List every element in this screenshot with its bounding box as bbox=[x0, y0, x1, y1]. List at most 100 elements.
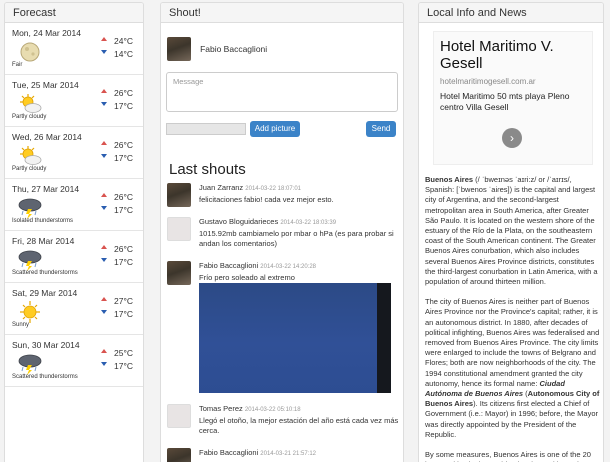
temp-high: 25°C bbox=[114, 348, 133, 358]
shout-meta: Gustavo Bloguidarieces 2014-03-22 18:03:… bbox=[199, 217, 336, 226]
last-shouts-title: Last shouts bbox=[169, 161, 246, 178]
shout-author[interactable]: Fabio Baccaglioni bbox=[199, 261, 258, 270]
shout-time: 2014-03-22 14:20:28 bbox=[260, 264, 317, 270]
forecast-day: Sat, 29 Mar 2014 Sunny 27°C 17°C bbox=[5, 283, 143, 335]
shout-time: 2014-03-22 05:10:18 bbox=[244, 407, 301, 413]
shout-photo[interactable] bbox=[199, 283, 391, 393]
chevron-right-icon[interactable]: › bbox=[502, 128, 522, 148]
shout-author[interactable]: Tomas Perez bbox=[199, 404, 243, 413]
forecast-day: Wed, 26 Mar 2014 Partly cloudy 26°C 17°C bbox=[5, 127, 143, 179]
ad-url[interactable]: hotelmaritimogesell.com.ar bbox=[440, 77, 586, 86]
message-input[interactable]: Message bbox=[166, 72, 398, 112]
wiki-text-span: By some measures, Buenos Aires is one of… bbox=[425, 450, 591, 462]
arrow-down-icon bbox=[101, 362, 107, 366]
temp-high: 26°C bbox=[114, 140, 133, 150]
temp-high: 26°C bbox=[114, 192, 133, 202]
wiki-text: Buenos Aires (/ ˈbweɪnəs ˈaɪri:z/ or /ˈa… bbox=[425, 175, 601, 462]
shout-meta: Fabio Baccaglioni 2014-03-22 14:20:28 bbox=[199, 261, 316, 270]
day-condition: Fair bbox=[12, 62, 23, 68]
wiki-text-span: (/ ˈbweɪnəs ˈaɪri:z/ or /ˈaɪrɪs/, Spanis… bbox=[425, 175, 598, 287]
arrow-down-icon bbox=[101, 154, 107, 158]
photo-edge bbox=[377, 283, 391, 393]
forecast-panel: Forecast Mon, 24 Mar 2014 Fair 24°C 14°C Tue… bbox=[4, 2, 144, 462]
arrow-down-icon bbox=[101, 258, 107, 262]
ad-banner[interactable]: Hotel Maritimo V. Gesell hotelmaritimoge… bbox=[433, 31, 593, 165]
forecast-day: Mon, 24 Mar 2014 Fair 24°C 14°C bbox=[5, 23, 143, 75]
forecast-day: Sun, 30 Mar 2014 Scattered thunderstorms 2… bbox=[5, 335, 143, 387]
shout-time: 2014-03-21 21:57:12 bbox=[260, 451, 317, 457]
shout-text: felicitaciones fabio! cada vez mejor est… bbox=[199, 195, 334, 204]
shout-time: 2014-03-22 18:07:01 bbox=[245, 186, 301, 192]
send-button[interactable]: Send bbox=[366, 121, 396, 137]
arrow-up-icon bbox=[101, 193, 107, 197]
arrow-up-icon bbox=[101, 297, 107, 301]
add-picture-button[interactable]: Add picture bbox=[250, 121, 300, 137]
arrow-down-icon bbox=[101, 50, 107, 54]
thunderstorm-icon bbox=[17, 249, 43, 271]
thunderstorm-icon bbox=[17, 353, 43, 375]
temp-high: 27°C bbox=[114, 296, 133, 306]
shout-meta: Tomas Perez 2014-03-22 05:10:18 bbox=[199, 404, 301, 413]
day-condition: Isolated thunderstorms bbox=[12, 218, 74, 224]
avatar[interactable] bbox=[167, 448, 191, 462]
day-condition: Partly cloudy bbox=[12, 166, 47, 172]
arrow-down-icon bbox=[101, 206, 107, 210]
file-input[interactable] bbox=[166, 123, 246, 135]
avatar bbox=[167, 37, 191, 61]
partly-cloudy-icon bbox=[17, 145, 43, 167]
shout-time: 2014-03-22 18:03:39 bbox=[280, 220, 337, 226]
shout-text: Llegó el otoño, la mejor estación del añ… bbox=[199, 416, 399, 435]
shout-title: Shout! bbox=[161, 3, 403, 23]
thunderstorm-icon bbox=[17, 197, 43, 219]
day-condition: Partly cloudy bbox=[12, 114, 47, 120]
arrow-up-icon bbox=[101, 89, 107, 93]
wiki-paragraph: Buenos Aires (/ ˈbweɪnəs ˈaɪri:z/ or /ˈa… bbox=[425, 175, 601, 287]
arrow-up-icon bbox=[101, 37, 107, 41]
forecast-day: Thu, 27 Mar 2014 Isolated thunderstorms 26… bbox=[5, 179, 143, 231]
temp-low: 17°C bbox=[114, 257, 133, 267]
day-condition: Scattered thunderstorms bbox=[12, 374, 78, 380]
temp-low: 17°C bbox=[114, 101, 133, 111]
ad-title[interactable]: Hotel Maritimo V. Gesell bbox=[440, 38, 586, 72]
shout-panel: Shout! Fabio Baccaglioni Message Add pic… bbox=[160, 2, 404, 462]
arrow-down-icon bbox=[101, 102, 107, 106]
arrow-down-icon bbox=[101, 310, 107, 314]
forecast-day: Tue, 25 Mar 2014 Partly cloudy 26°C 17°C bbox=[5, 75, 143, 127]
arrow-up-icon bbox=[101, 245, 107, 249]
shout-meta: Fabio Baccaglioni 2014-03-21 21:57:12 bbox=[199, 448, 316, 457]
moon-icon bbox=[17, 41, 43, 63]
wiki-text-span: The city of Buenos Aires is neither part… bbox=[425, 297, 600, 388]
temp-low: 17°C bbox=[114, 309, 133, 319]
avatar[interactable] bbox=[167, 217, 191, 241]
day-condition: Sunny bbox=[12, 322, 30, 328]
partly-cloudy-icon bbox=[17, 93, 43, 115]
day-condition: Scattered thunderstorms bbox=[12, 270, 78, 276]
temp-high: 26°C bbox=[114, 88, 133, 98]
current-user: Fabio Baccaglioni bbox=[167, 37, 267, 63]
shout-author[interactable]: Juan Zarranz bbox=[199, 183, 243, 192]
avatar[interactable] bbox=[167, 183, 191, 207]
local-info-panel: Local Info and News Hotel Maritimo V. Ge… bbox=[418, 2, 604, 462]
forecast-title: Forecast bbox=[5, 3, 143, 23]
arrow-up-icon bbox=[101, 349, 107, 353]
temp-low: 14°C bbox=[114, 49, 133, 59]
temp-low: 17°C bbox=[114, 205, 133, 215]
shout-meta: Juan Zarranz 2014-03-22 18:07:01 bbox=[199, 183, 301, 192]
avatar[interactable] bbox=[167, 261, 191, 285]
shout-author[interactable]: Fabio Baccaglioni bbox=[199, 448, 258, 457]
temp-high: 24°C bbox=[114, 36, 133, 46]
temp-low: 17°C bbox=[114, 361, 133, 371]
avatar[interactable] bbox=[167, 404, 191, 428]
wiki-paragraph: By some measures, Buenos Aires is one of… bbox=[425, 450, 601, 462]
local-info-title: Local Info and News bbox=[419, 3, 603, 23]
wiki-paragraph: The city of Buenos Aires is neither part… bbox=[425, 297, 601, 440]
arrow-up-icon bbox=[101, 141, 107, 145]
shout-text: 1015.92mb cambiamelo por mbar o hPa (es … bbox=[199, 229, 394, 248]
wiki-term: Buenos Aires bbox=[425, 175, 474, 184]
shout-text: Frío pero soleado al extremo bbox=[199, 273, 295, 282]
temp-low: 17°C bbox=[114, 153, 133, 163]
temp-high: 26°C bbox=[114, 244, 133, 254]
forecast-day: Fri, 28 Mar 2014 Scattered thunderstorms 2… bbox=[5, 231, 143, 283]
sun-icon bbox=[17, 301, 43, 323]
shout-author[interactable]: Gustavo Bloguidarieces bbox=[199, 217, 278, 226]
